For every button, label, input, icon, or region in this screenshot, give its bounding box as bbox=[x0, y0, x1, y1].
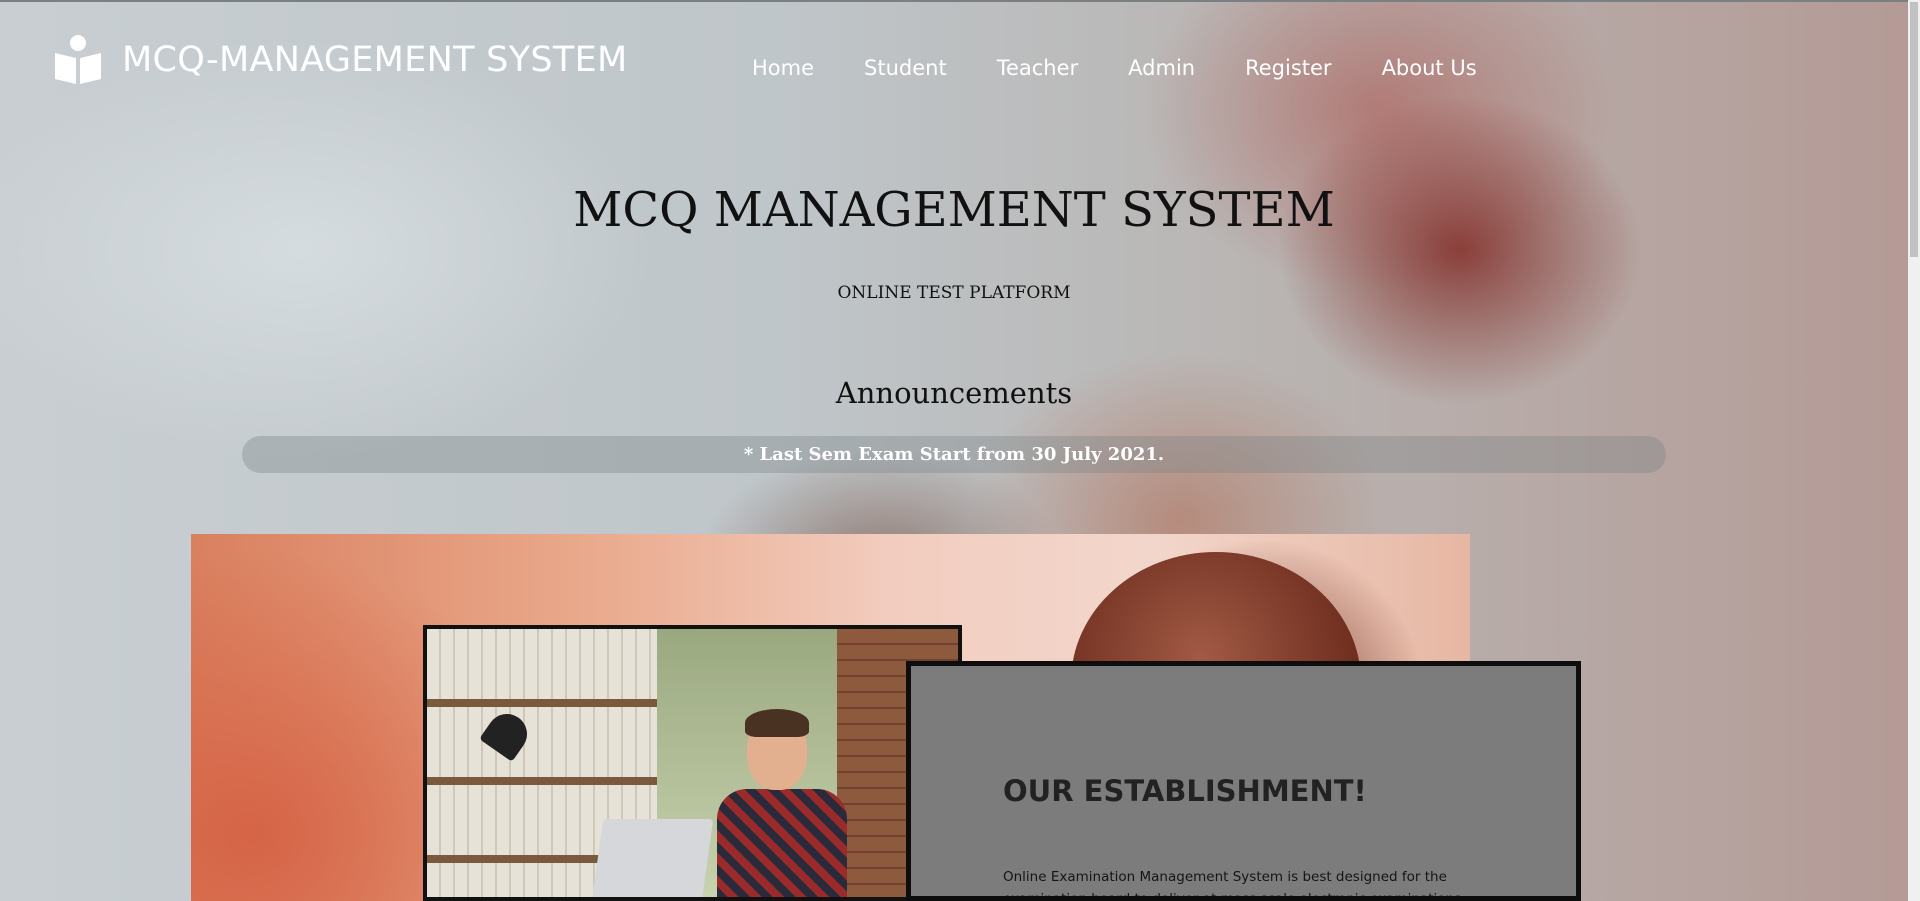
photo-laptop bbox=[590, 819, 714, 897]
photo-person-hair bbox=[745, 709, 809, 737]
office-photo bbox=[423, 625, 962, 901]
page-scrollbar[interactable] bbox=[1908, 0, 1920, 901]
page-title: MCQ MANAGEMENT SYSTEM bbox=[573, 182, 1335, 238]
main-nav: Home Student Teacher Admin Register Abou… bbox=[752, 56, 1527, 80]
nav-about-us[interactable]: About Us bbox=[1382, 56, 1477, 80]
nav-admin[interactable]: Admin bbox=[1128, 56, 1195, 80]
scrollbar-thumb[interactable] bbox=[1910, 2, 1918, 257]
brand-title: MCQ-MANAGEMENT SYSTEM bbox=[122, 40, 628, 80]
photo-person-shirt bbox=[717, 789, 847, 897]
page-subtitle: ONLINE TEST PLATFORM bbox=[837, 283, 1071, 303]
announcement-ticker: * Last Sem Exam Start from 30 July 2021. bbox=[242, 436, 1666, 473]
nav-student[interactable]: Student bbox=[864, 56, 947, 80]
nav-register[interactable]: Register bbox=[1245, 56, 1331, 80]
establishment-text: Online Examination Management System is … bbox=[1003, 869, 1462, 901]
establishment-title: OUR ESTABLISHMENT! bbox=[1003, 774, 1367, 808]
announcements-heading: Announcements bbox=[835, 376, 1073, 410]
reader-icon bbox=[55, 35, 101, 84]
announcement-item: * Last Sem Exam Start from 30 July 2021. bbox=[743, 444, 1165, 465]
top-border bbox=[0, 0, 1920, 2]
nav-teacher[interactable]: Teacher bbox=[997, 56, 1078, 80]
nav-home[interactable]: Home bbox=[752, 56, 814, 80]
brand[interactable]: MCQ-MANAGEMENT SYSTEM bbox=[52, 34, 627, 86]
establishment-card: OUR ESTABLISHMENT! Online Examination Ma… bbox=[906, 661, 1581, 901]
